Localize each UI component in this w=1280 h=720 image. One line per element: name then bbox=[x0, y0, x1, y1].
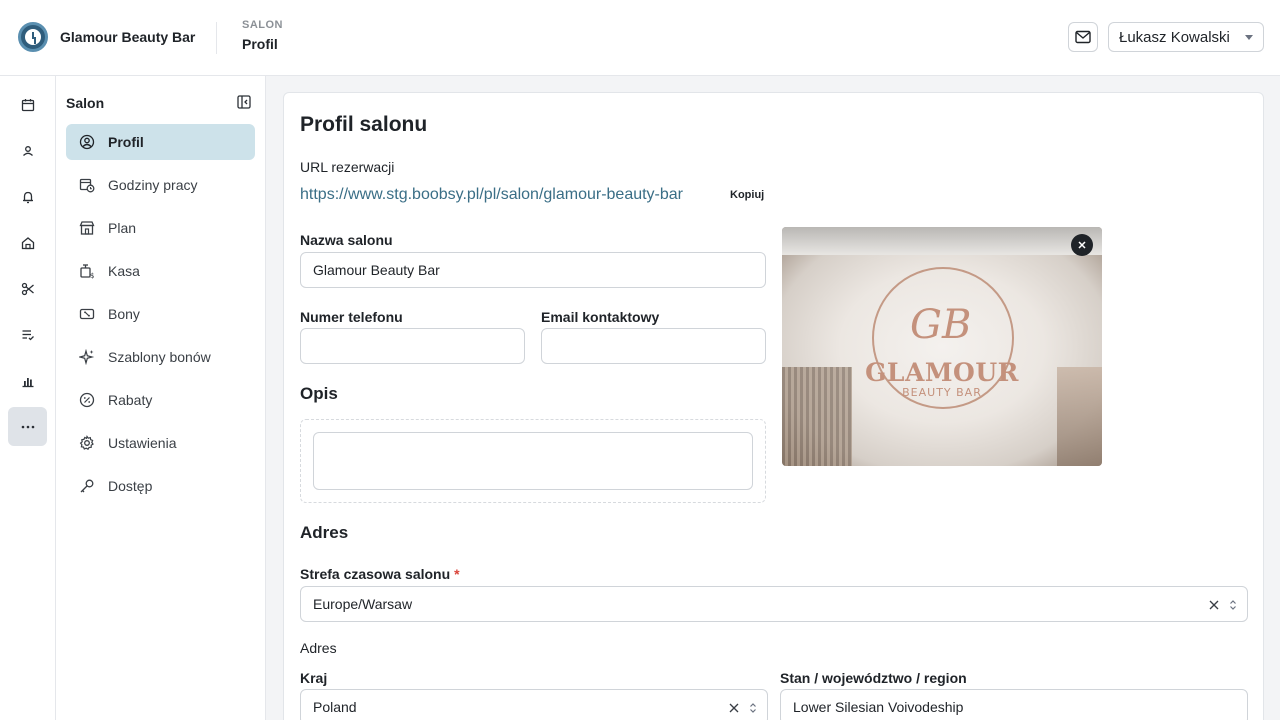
rail-services[interactable] bbox=[8, 269, 47, 308]
sidebar-item-label: Plan bbox=[108, 220, 137, 236]
sidebar-item-label: Profil bbox=[108, 134, 144, 150]
description-textarea[interactable] bbox=[313, 432, 753, 490]
store-icon bbox=[79, 220, 95, 236]
chart-icon bbox=[22, 377, 33, 387]
timezone-label-text: Strefa czasowa salonu bbox=[300, 566, 451, 582]
copy-url-button[interactable]: Kopiuj bbox=[730, 189, 764, 201]
sidebar-item-plan[interactable]: Plan bbox=[66, 210, 255, 246]
phone-label: Numer telefonu bbox=[300, 309, 403, 325]
percent-icon bbox=[79, 392, 95, 408]
calendar-icon bbox=[21, 98, 34, 111]
salon-sidebar: Salon Profil Godziny pracy Plan $ Kasa B… bbox=[56, 76, 266, 720]
country-label: Kraj bbox=[300, 670, 328, 686]
messages-button[interactable] bbox=[1068, 22, 1098, 52]
app-logo-icon[interactable] bbox=[18, 22, 48, 52]
sidebar-item-profil[interactable]: Profil bbox=[66, 124, 255, 160]
timezone-select[interactable]: Europe/Warsaw bbox=[300, 586, 1248, 622]
booking-url-label: URL rezerwacji bbox=[300, 159, 395, 175]
rail-reports[interactable] bbox=[8, 361, 47, 400]
sidebar-item-dostep[interactable]: Dostęp bbox=[66, 468, 255, 504]
timezone-value: Europe/Warsaw bbox=[313, 596, 413, 612]
gear-icon bbox=[79, 435, 95, 451]
scissors-icon bbox=[21, 282, 34, 295]
rail-notifications[interactable] bbox=[8, 177, 47, 216]
sidebar-collapse-icon bbox=[237, 95, 251, 109]
calendar-clock-icon bbox=[79, 177, 95, 193]
mail-icon bbox=[1075, 30, 1091, 44]
voucher-icon bbox=[79, 306, 95, 322]
sidebar-title: Salon bbox=[66, 95, 105, 111]
rail-tasks[interactable] bbox=[8, 315, 47, 354]
rail-clients[interactable] bbox=[8, 131, 47, 170]
address-subheading: Adres bbox=[300, 640, 337, 656]
photo-ceiling bbox=[782, 227, 1102, 255]
description-dropzone bbox=[300, 419, 766, 503]
country-controls bbox=[729, 690, 757, 720]
rail-more[interactable] bbox=[8, 407, 47, 446]
more-icon bbox=[21, 425, 34, 428]
sidebar-item-label: Rabaty bbox=[108, 392, 153, 408]
sidebar-item-label: Szablony bonów bbox=[108, 349, 211, 365]
page-title: Profil salonu bbox=[300, 113, 428, 136]
country-select[interactable]: Poland bbox=[300, 689, 768, 720]
breadcrumb-page: Profil bbox=[242, 36, 278, 52]
app-title: Glamour Beauty Bar bbox=[60, 29, 196, 45]
profile-card: Profil salonu URL rezerwacji https://www… bbox=[283, 92, 1264, 720]
top-bar: Glamour Beauty Bar SALON Profil Łukasz K… bbox=[0, 0, 1280, 76]
key-icon bbox=[79, 478, 95, 494]
clear-icon[interactable] bbox=[1209, 600, 1219, 610]
sidebar-item-label: Bony bbox=[108, 306, 140, 322]
salon-name-label: Nazwa salonu bbox=[300, 232, 393, 248]
chevron-updown-icon[interactable] bbox=[1229, 599, 1237, 611]
logo-sub-text: BEAUTY BAR bbox=[902, 386, 982, 399]
user-name: Łukasz Kowalski bbox=[1119, 28, 1230, 46]
sidebar-item-bony[interactable]: Bony bbox=[66, 296, 255, 332]
sparkles-icon bbox=[79, 349, 95, 365]
home-icon bbox=[21, 236, 34, 249]
sidebar-item-kasa[interactable]: $ Kasa bbox=[66, 253, 255, 289]
sidebar-item-label: Godziny pracy bbox=[108, 177, 198, 193]
checklist-icon bbox=[22, 329, 34, 340]
email-label: Email kontaktowy bbox=[541, 309, 660, 325]
salon-name-input[interactable]: Glamour Beauty Bar bbox=[300, 252, 766, 288]
rail-home[interactable] bbox=[8, 223, 47, 262]
cash-register-icon: $ bbox=[79, 263, 95, 279]
phone-input[interactable] bbox=[300, 328, 525, 364]
header-divider bbox=[216, 22, 217, 54]
sidebar-item-rabaty[interactable]: Rabaty bbox=[66, 382, 255, 418]
remove-image-button[interactable] bbox=[1071, 234, 1093, 256]
sidebar-item-ustawienia[interactable]: Ustawienia bbox=[66, 425, 255, 461]
country-value: Poland bbox=[313, 699, 357, 715]
region-input[interactable]: Lower Silesian Voivodeship bbox=[780, 689, 1248, 720]
chevron-updown-icon[interactable] bbox=[749, 702, 757, 714]
logo-monogram: GB bbox=[910, 302, 972, 348]
breadcrumb-section: SALON bbox=[242, 19, 283, 31]
timezone-label: Strefa czasowa salonu * bbox=[300, 566, 460, 582]
clear-icon[interactable] bbox=[729, 703, 739, 713]
email-input[interactable] bbox=[541, 328, 766, 364]
chevron-down-icon bbox=[1245, 34, 1253, 40]
logo-brand-text: GLAMOUR bbox=[865, 358, 1019, 387]
region-label: Stan / województwo / region bbox=[780, 670, 967, 686]
user-menu-button[interactable]: Łukasz Kowalski bbox=[1108, 22, 1264, 52]
timezone-controls bbox=[1209, 587, 1237, 623]
sidebar-item-label: Ustawienia bbox=[108, 435, 177, 451]
description-heading: Opis bbox=[300, 384, 338, 403]
svg-text:$: $ bbox=[90, 272, 94, 279]
salon-logo-image: GB GLAMOUR BEAUTY BAR bbox=[782, 227, 1102, 466]
sidebar-item-label: Kasa bbox=[108, 263, 140, 279]
clients-icon bbox=[22, 145, 33, 156]
rail-calendar[interactable] bbox=[8, 85, 47, 124]
address-heading: Adres bbox=[300, 523, 349, 542]
user-circle-icon bbox=[79, 134, 95, 150]
sidebar-item-szablony-bonow[interactable]: Szablony bonów bbox=[66, 339, 255, 375]
icon-rail bbox=[0, 76, 56, 720]
close-icon bbox=[1078, 241, 1086, 249]
required-mark: * bbox=[454, 566, 460, 582]
bell-icon bbox=[22, 191, 33, 203]
collapse-sidebar-button[interactable] bbox=[237, 95, 251, 114]
sidebar-item-godziny-pracy[interactable]: Godziny pracy bbox=[66, 167, 255, 203]
sidebar-item-label: Dostęp bbox=[108, 478, 153, 494]
booking-url-link[interactable]: https://www.stg.boobsy.pl/pl/salon/glamo… bbox=[300, 186, 683, 204]
